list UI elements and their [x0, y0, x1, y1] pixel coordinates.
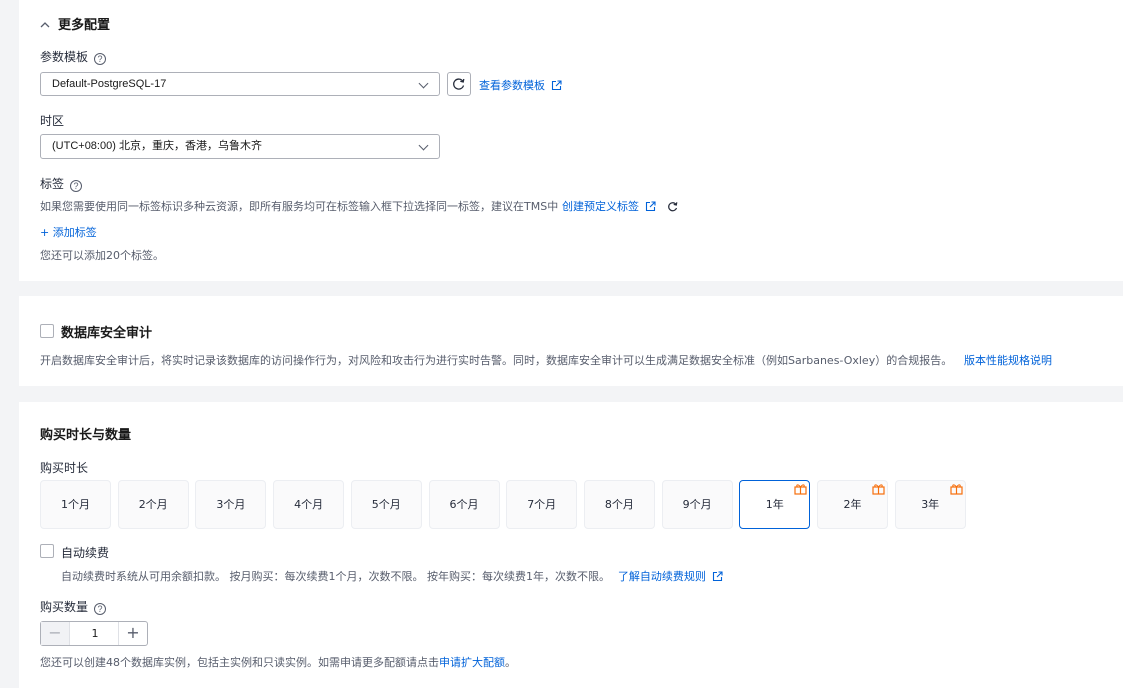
gift-icon [794, 484, 807, 495]
refresh-icon [667, 202, 678, 212]
external-link-icon [645, 201, 656, 212]
chevron-up-icon[interactable] [40, 21, 50, 29]
increment-button[interactable]: + [118, 622, 147, 645]
duration-option[interactable]: 3年 [894, 480, 966, 529]
audit-checkbox[interactable] [40, 324, 54, 338]
quantity-stepper[interactable]: − 1 + [40, 621, 148, 646]
duration-option[interactable]: 9个月 [661, 480, 733, 529]
create-predefined-tag-link[interactable]: 创建预定义标签 [562, 200, 639, 213]
request-quota-link[interactable]: 申请扩大配额 [439, 656, 505, 669]
duration-option[interactable]: 3个月 [195, 480, 267, 529]
gift-icon [950, 484, 963, 495]
duration-option[interactable]: 1个月 [40, 480, 111, 529]
duration-option[interactable]: 1年 [739, 480, 811, 529]
external-link-icon [551, 80, 562, 91]
help-icon[interactable]: ? [94, 603, 107, 615]
external-link-icon [712, 571, 723, 582]
audit-card: 数据库安全审计 开启数据库安全审计后，将实时记录该数据库的访问操作行为，对风险和… [19, 296, 1123, 386]
audit-title: 数据库安全审计 [61, 326, 153, 341]
timezone-label: 时区 [40, 114, 65, 128]
duration-option[interactable]: 2个月 [117, 480, 189, 529]
quantity-value[interactable]: 1 [70, 622, 120, 645]
audit-description: 开启数据库安全审计后，将实时记录该数据库的访问操作行为，对风险和攻击行为进行实时… [40, 354, 1053, 367]
duration-label: 购买时长 [40, 461, 89, 475]
view-param-template-link[interactable]: 查看参数模板 [479, 77, 562, 93]
more-config-title: 更多配置 [58, 18, 111, 33]
timezone-select[interactable]: (UTC+08:00) 北京，重庆，香港，乌鲁木齐 [40, 134, 440, 159]
purchase-title: 购买时长与数量 [40, 428, 132, 443]
param-template-select[interactable]: Default-PostgreSQL-17 [40, 72, 440, 96]
refresh-icon [453, 78, 465, 90]
duration-option[interactable]: 7个月 [506, 480, 578, 529]
quota-note: 您还可以创建48个数据库实例，包括主实例和只读实例。如需申请更多配额请点击申请扩… [40, 656, 516, 669]
purchase-card: 购买时长与数量 购买时长 1个月 2个月 3个月 4个月 5个月 6个月 7个月 8个月 9个月… [19, 402, 1123, 688]
more-config-header[interactable]: 更多配置 [40, 14, 110, 33]
param-template-refresh-button[interactable] [447, 72, 471, 96]
spec-link[interactable]: 版本性能规格说明 [964, 354, 1052, 367]
auto-renew-label: 自动续费 [61, 546, 110, 560]
quantity-label: 购买数量? [40, 598, 107, 615]
tags-remaining-note: 您还可以添加20个标签。 [40, 249, 164, 262]
gift-icon [872, 484, 885, 495]
tags-description: 如果您需要使用同一标签标识多种云资源，即所有服务均可在标签输入框下拉选择同一标签… [40, 198, 679, 214]
duration-option[interactable]: 2年 [817, 480, 888, 529]
duration-option[interactable]: 4个月 [273, 480, 345, 529]
auto-renew-description: 自动续费时系统从可用余额扣款。 按月购买：每次续费1个月，次数不限。 按年购买：… [61, 568, 723, 584]
add-tag-link[interactable]: + 添加标签 [40, 224, 97, 240]
param-template-label: 参数模板? [40, 48, 107, 65]
tags-refresh-button[interactable] [666, 200, 679, 213]
help-icon[interactable]: ? [94, 53, 107, 65]
decrement-button[interactable]: − [41, 622, 70, 645]
chevron-down-icon [418, 140, 429, 151]
auto-renew-checkbox[interactable] [40, 544, 54, 558]
help-icon[interactable]: ? [70, 180, 83, 192]
duration-option[interactable]: 6个月 [428, 480, 500, 529]
auto-renew-rules-link[interactable]: 了解自动续费规则 [618, 570, 706, 583]
tags-label: 标签? [40, 175, 83, 192]
duration-option[interactable]: 5个月 [350, 480, 422, 529]
duration-option[interactable]: 8个月 [583, 480, 655, 529]
chevron-down-icon [418, 78, 429, 89]
more-config-card: 更多配置 参数模板? Default-PostgreSQL-17 查看参数模板 … [19, 0, 1123, 281]
